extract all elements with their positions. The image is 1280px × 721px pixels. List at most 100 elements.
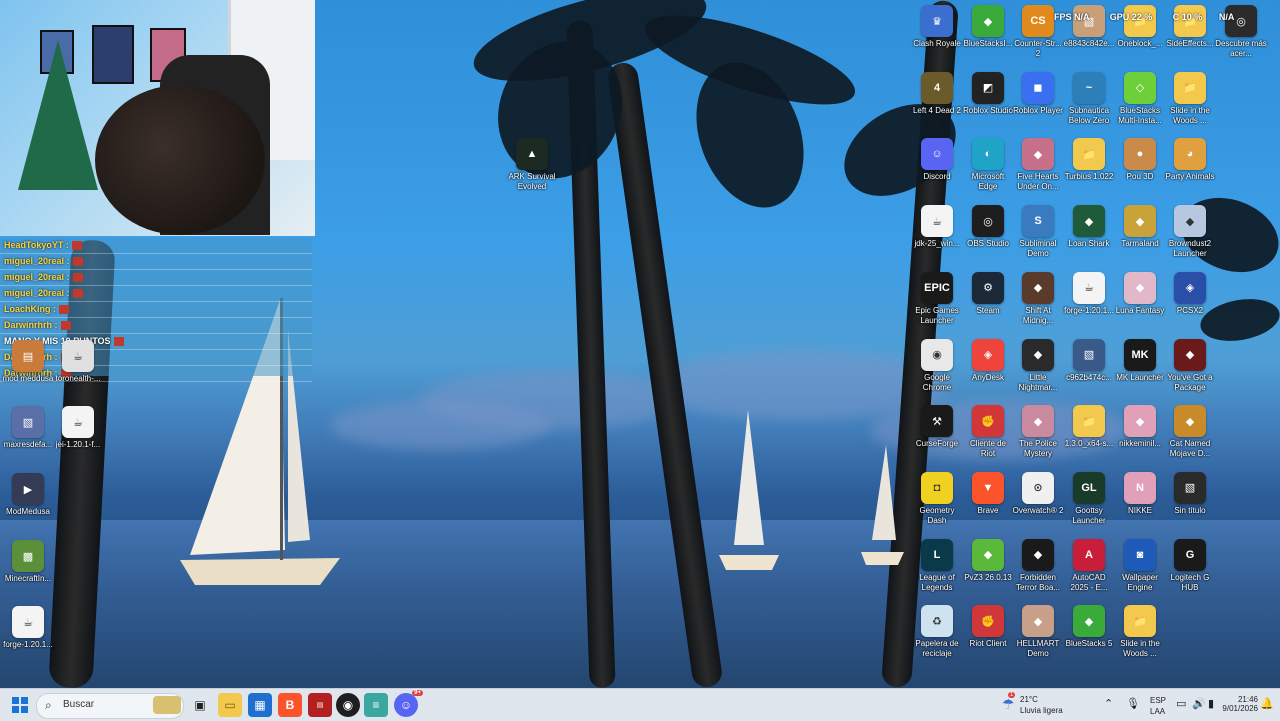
volume-icon[interactable]: 🔊 bbox=[1192, 697, 1206, 710]
desktop-icon[interactable]: ◆ nikkeminil... bbox=[1114, 405, 1166, 449]
desktop-icon[interactable]: ◐ Microsoft Edge bbox=[962, 138, 1014, 192]
desktop-icon[interactable]: ▧ c962b474c... bbox=[1063, 338, 1115, 383]
desktop-icon[interactable]: ● Pou 3D bbox=[1114, 138, 1166, 182]
desktop-icon-ark[interactable]: ▲ ARK Survival Evolved bbox=[506, 138, 558, 192]
desktop-icon[interactable]: 📁 Turbius 1.022 bbox=[1063, 138, 1115, 182]
desktop-icon[interactable]: L League of Legends bbox=[911, 538, 963, 593]
desktop-icon-left[interactable]: ▤ mod meddusa bbox=[2, 340, 54, 384]
desktop-icon[interactable]: ◎ OBS Studio bbox=[962, 205, 1014, 249]
desktop-icon[interactable]: ◘ Geometry Dash bbox=[911, 471, 963, 526]
clock[interactable]: 21:46 9/01/2026 bbox=[1218, 693, 1258, 717]
notepad-taskbar-button[interactable]: ≡ bbox=[364, 693, 388, 717]
microsoft-store-button[interactable]: ▦ bbox=[248, 693, 272, 717]
desktop-icon[interactable]: ◆ BlueStacksI... bbox=[962, 5, 1014, 49]
microphone-icon[interactable]: 🎙 bbox=[1126, 697, 1140, 710]
desktop-icon[interactable]: 📁 1.3.0_x64-s... bbox=[1063, 405, 1115, 449]
desktop-icon[interactable]: A AutoCAD 2025 - E... bbox=[1063, 538, 1115, 593]
desktop-icon-left[interactable]: ▧ maxresdefa... bbox=[2, 406, 54, 450]
nikke-icon: N bbox=[1124, 471, 1156, 504]
desktop-icon[interactable]: ⊙ Overwatch® 2 bbox=[1012, 471, 1064, 516]
desktop-icon[interactable]: ✊ Cliente de Riot bbox=[962, 405, 1014, 459]
network-icon[interactable]: ▭ bbox=[1176, 697, 1186, 710]
chat-emote-icon bbox=[60, 321, 71, 331]
desktop-icon[interactable]: ☕ forge-1.20.1... bbox=[1063, 271, 1115, 316]
desktop-icon[interactable]: ☕ jdk-25_win... bbox=[911, 205, 963, 249]
icon-label: Slide in the Woods ... bbox=[1170, 105, 1210, 125]
desktop-icon[interactable]: ◆ Little Nightmar... bbox=[1012, 338, 1064, 393]
subnautica-icon: ~ bbox=[1073, 71, 1105, 104]
language-indicator[interactable]: ESP LAA bbox=[1148, 693, 1170, 717]
desktop-icon[interactable]: ~ Subnautica Below Zero bbox=[1063, 71, 1115, 126]
desktop-icon[interactable]: G Logitech G HUB bbox=[1164, 538, 1216, 593]
discord-taskbar-button[interactable]: ☺ 9+ bbox=[394, 690, 423, 717]
desktop-icon-left[interactable]: ☕ toronealth-... bbox=[52, 340, 104, 384]
desktop-icon[interactable]: ◆ Tarmaland bbox=[1114, 205, 1166, 249]
icon-label: Overwatch® 2 bbox=[1012, 505, 1064, 515]
notification-bell-icon[interactable]: 🔔 bbox=[1260, 697, 1274, 710]
desktop-icon[interactable]: ⚒ CurseForge bbox=[911, 405, 963, 449]
app-taskbar-button[interactable]: ▤ bbox=[308, 693, 332, 717]
ark-icon: ▲ bbox=[516, 138, 548, 170]
folder-icon: 📁 bbox=[1124, 605, 1156, 638]
desktop-icon[interactable]: ◆ Five Hearts Under On... bbox=[1012, 138, 1064, 192]
desktop-icon[interactable]: ◆ BlueStacks 5 bbox=[1063, 605, 1115, 649]
icon-label: Left 4 Dead 2 bbox=[912, 105, 962, 115]
desktop-icon[interactable]: ◆ PvZ3 26.0.13 bbox=[962, 538, 1014, 583]
task-view-button[interactable]: ▣ bbox=[188, 693, 212, 717]
desktop-icon[interactable]: S Subliminal Demo bbox=[1012, 205, 1064, 259]
desktop-icon[interactable]: N NIKKE bbox=[1114, 471, 1166, 516]
desktop-icon[interactable]: ♻ Papelera de reciclaje bbox=[911, 605, 963, 659]
desktop-icon[interactable]: EPIC Epic Games Launcher bbox=[911, 271, 963, 326]
desktop-icon[interactable]: ◆ The Police Mystery bbox=[1012, 405, 1064, 459]
brave-taskbar-button[interactable]: B bbox=[278, 693, 302, 717]
weather-widget[interactable]: ☂ 1 21°C Lluvia ligera bbox=[1000, 692, 1080, 718]
desktop-icon[interactable]: ◙ Wallpaper Engine bbox=[1114, 538, 1166, 593]
desktop-icon[interactable]: ◆ HELLMART Demo bbox=[1012, 605, 1064, 659]
desktop-icon-left[interactable]: ▩ MinecraftIn... bbox=[2, 540, 54, 584]
logitech-icon: G bbox=[1174, 538, 1206, 571]
discord-badge: 9+ bbox=[412, 690, 423, 696]
obs-taskbar-button[interactable]: ◉ bbox=[336, 693, 360, 717]
desktop-icon[interactable]: ◆ You've Got a Package bbox=[1164, 338, 1216, 393]
desktop-icon-left[interactable]: ☕ forge-1.20.1... bbox=[2, 606, 54, 650]
desktop-icon[interactable]: 📁 Slide in the Woods ... bbox=[1114, 605, 1166, 659]
desktop-icon[interactable]: ◆ Loan Shark bbox=[1063, 205, 1115, 249]
desktop-icon[interactable]: ✊ Riot Client bbox=[962, 605, 1014, 649]
icon-label: Epic Games Launcher bbox=[915, 305, 959, 325]
desktop-icon-left[interactable]: ▶ ModMedusa bbox=[2, 473, 54, 517]
desktop-icon[interactable]: ◆ Browndust2 Launcher bbox=[1164, 205, 1216, 259]
taskbar-search[interactable]: ⌕ Buscar bbox=[36, 693, 184, 719]
chevron-up-icon[interactable]: ⌃ bbox=[1104, 697, 1113, 710]
desktop-icon[interactable]: ◆ Luna Fantasy bbox=[1114, 271, 1166, 316]
desktop-icon[interactable]: ♛ Clash Royale bbox=[911, 5, 963, 49]
cloud bbox=[330, 400, 550, 450]
battery-icon[interactable]: ▮ bbox=[1208, 697, 1214, 710]
desktop-icon[interactable]: ▧ Sin título bbox=[1164, 471, 1216, 516]
desktop-icon-left[interactable]: ☕ jei-1.20.1-f... bbox=[52, 406, 104, 450]
desktop-icon[interactable]: 📁 Slide in the Woods ... bbox=[1164, 71, 1216, 126]
party-animals-icon: ◕ bbox=[1174, 138, 1206, 171]
desktop-icon[interactable]: ◈ AnyDesk bbox=[962, 338, 1014, 383]
recycle-bin-icon: ♻ bbox=[921, 605, 953, 638]
start-button[interactable] bbox=[8, 693, 32, 717]
desktop-icon[interactable]: ◉ Google Chrome bbox=[911, 338, 963, 393]
desktop-icon[interactable]: ☺ Discord bbox=[911, 138, 963, 182]
desktop-icon[interactable]: ◼ Roblox Player bbox=[1012, 71, 1064, 116]
desktop-icon[interactable]: ◕ Party Animals bbox=[1164, 138, 1216, 182]
desktop-icon[interactable]: ▼ Brave bbox=[962, 471, 1014, 516]
desktop-icon[interactable]: ⚙ Steam bbox=[962, 271, 1014, 316]
desktop-icon[interactable]: ◇ BlueStacks Multi-Insta... bbox=[1114, 71, 1166, 126]
desktop-icon[interactable]: ◆ Forbidden Terror Boa... bbox=[1012, 538, 1064, 593]
icon-label: HELLMART Demo bbox=[1016, 639, 1060, 659]
desktop-icon[interactable]: ◆ Shift At Midnig... bbox=[1012, 271, 1064, 326]
desktop-icon[interactable]: ◩ Roblox Studio bbox=[962, 71, 1014, 116]
file-explorer-button[interactable]: ▭ bbox=[218, 693, 242, 717]
desktop-icon[interactable]: 4 Left 4 Dead 2 bbox=[911, 71, 963, 116]
desktop-icon[interactable]: ◆ Cat Named Mojave D... bbox=[1164, 405, 1216, 459]
desktop-icon[interactable]: ◈ PCSX2 bbox=[1164, 271, 1216, 316]
icon-label: SideEffects... bbox=[1166, 39, 1214, 48]
desktop-icon[interactable]: GL Goottsy Launcher bbox=[1063, 471, 1115, 526]
chat-username: miguel_20real : bbox=[4, 256, 70, 266]
icon-label: Discord bbox=[923, 172, 951, 182]
desktop-icon[interactable]: MK MK Launcher bbox=[1114, 338, 1166, 383]
